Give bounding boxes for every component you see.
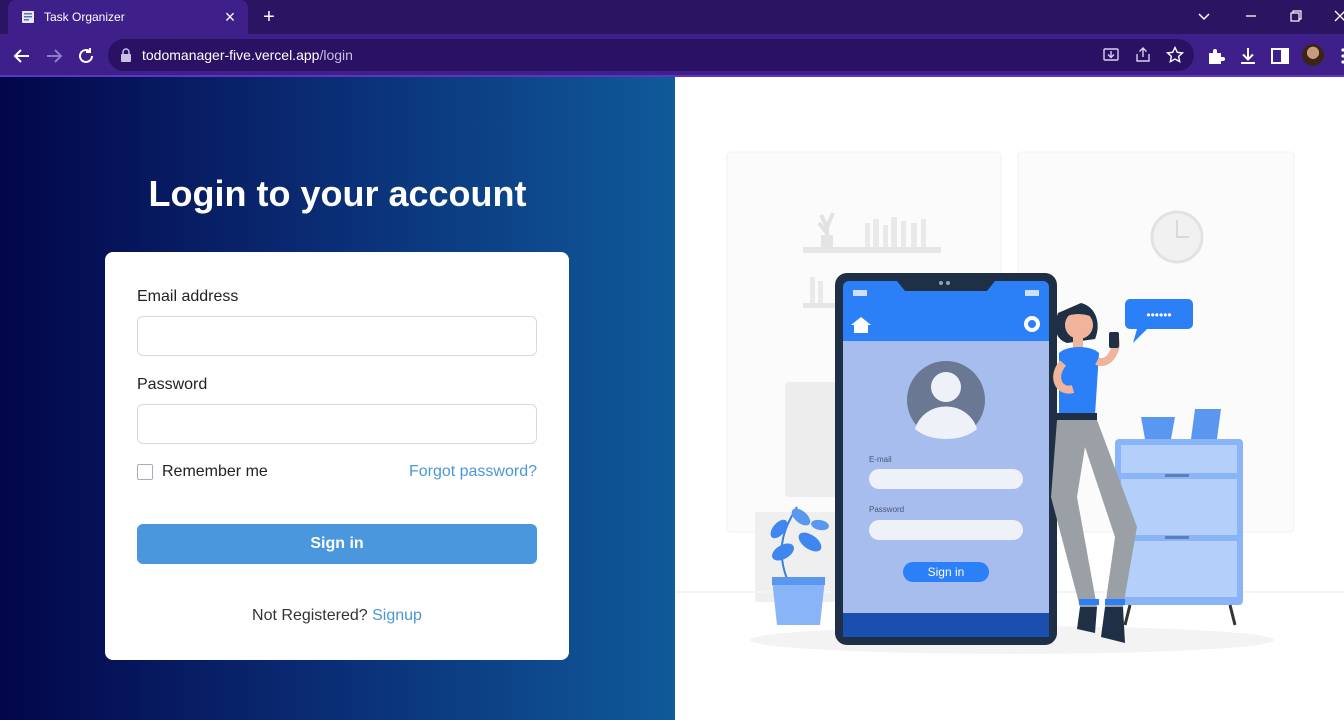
signup-link[interactable]: Signup (372, 607, 422, 624)
extensions-puzzle-icon[interactable] (1205, 45, 1227, 67)
not-registered-text: Not Registered? (252, 607, 368, 624)
browser-toolbar: todomanager-five.vercel.app/login (0, 34, 1344, 77)
download-icon[interactable] (1237, 45, 1259, 67)
bubble-dots: •••••• (1146, 308, 1171, 322)
dresser (1115, 409, 1243, 626)
tab-title: Task Organizer (44, 10, 125, 24)
minimize-icon[interactable] (1241, 6, 1261, 26)
share-icon[interactable] (1133, 45, 1153, 65)
tab-search-chevron-icon[interactable] (1194, 6, 1214, 26)
login-illustration: E-mail Password Sign in •••••• (675, 151, 1344, 654)
restore-icon[interactable] (1286, 6, 1306, 26)
url-host: todomanager-five.vercel.app (142, 47, 320, 63)
browser-tab-strip: Task Organizer × + (0, 0, 1344, 34)
remember-me-label[interactable]: Remember me (162, 463, 268, 481)
menu-kebab-icon[interactable] (1332, 45, 1344, 67)
email-field[interactable] (137, 316, 537, 356)
lock-icon[interactable] (120, 48, 132, 62)
address-bar[interactable]: todomanager-five.vercel.app/login (108, 39, 1194, 71)
phone-signin-label: Sign in (928, 565, 965, 579)
register-prompt: Not Registered? Signup (105, 607, 569, 625)
new-tab-icon[interactable]: + (258, 6, 280, 28)
password-label: Password (137, 376, 208, 393)
password-field[interactable] (137, 404, 537, 444)
close-tab-icon[interactable]: × (220, 7, 240, 27)
bookmark-star-icon[interactable] (1165, 45, 1185, 65)
side-panel-icon[interactable] (1269, 45, 1291, 67)
phone-illustration: E-mail Password Sign in (835, 273, 1057, 645)
sign-in-button[interactable]: Sign in (137, 524, 537, 564)
install-app-icon[interactable] (1101, 45, 1121, 65)
illustration-section: E-mail Password Sign in •••••• (675, 77, 1344, 720)
login-section: Login to your account Email address Pass… (0, 77, 675, 720)
page-title: Login to your account (148, 173, 527, 214)
login-card: Email address Password Remember me Forgo… (105, 252, 569, 660)
email-label: Email address (137, 288, 239, 305)
browser-tab[interactable]: Task Organizer × (8, 0, 248, 34)
url-path: /login (319, 47, 353, 63)
back-arrow-icon[interactable] (9, 43, 35, 69)
phone-password-label: Password (869, 505, 904, 514)
reload-icon[interactable] (73, 43, 99, 69)
url-text: todomanager-five.vercel.app/login (142, 47, 353, 63)
forgot-password-link[interactable]: Forgot password? (409, 463, 537, 481)
forward-arrow-icon[interactable] (41, 43, 67, 69)
remember-me-checkbox[interactable] (137, 464, 153, 480)
notebook-icon (22, 11, 34, 23)
phone-email-label: E-mail (869, 455, 892, 464)
close-window-icon[interactable] (1330, 6, 1344, 26)
profile-avatar[interactable] (1302, 44, 1324, 66)
wall-clock (1150, 210, 1204, 264)
